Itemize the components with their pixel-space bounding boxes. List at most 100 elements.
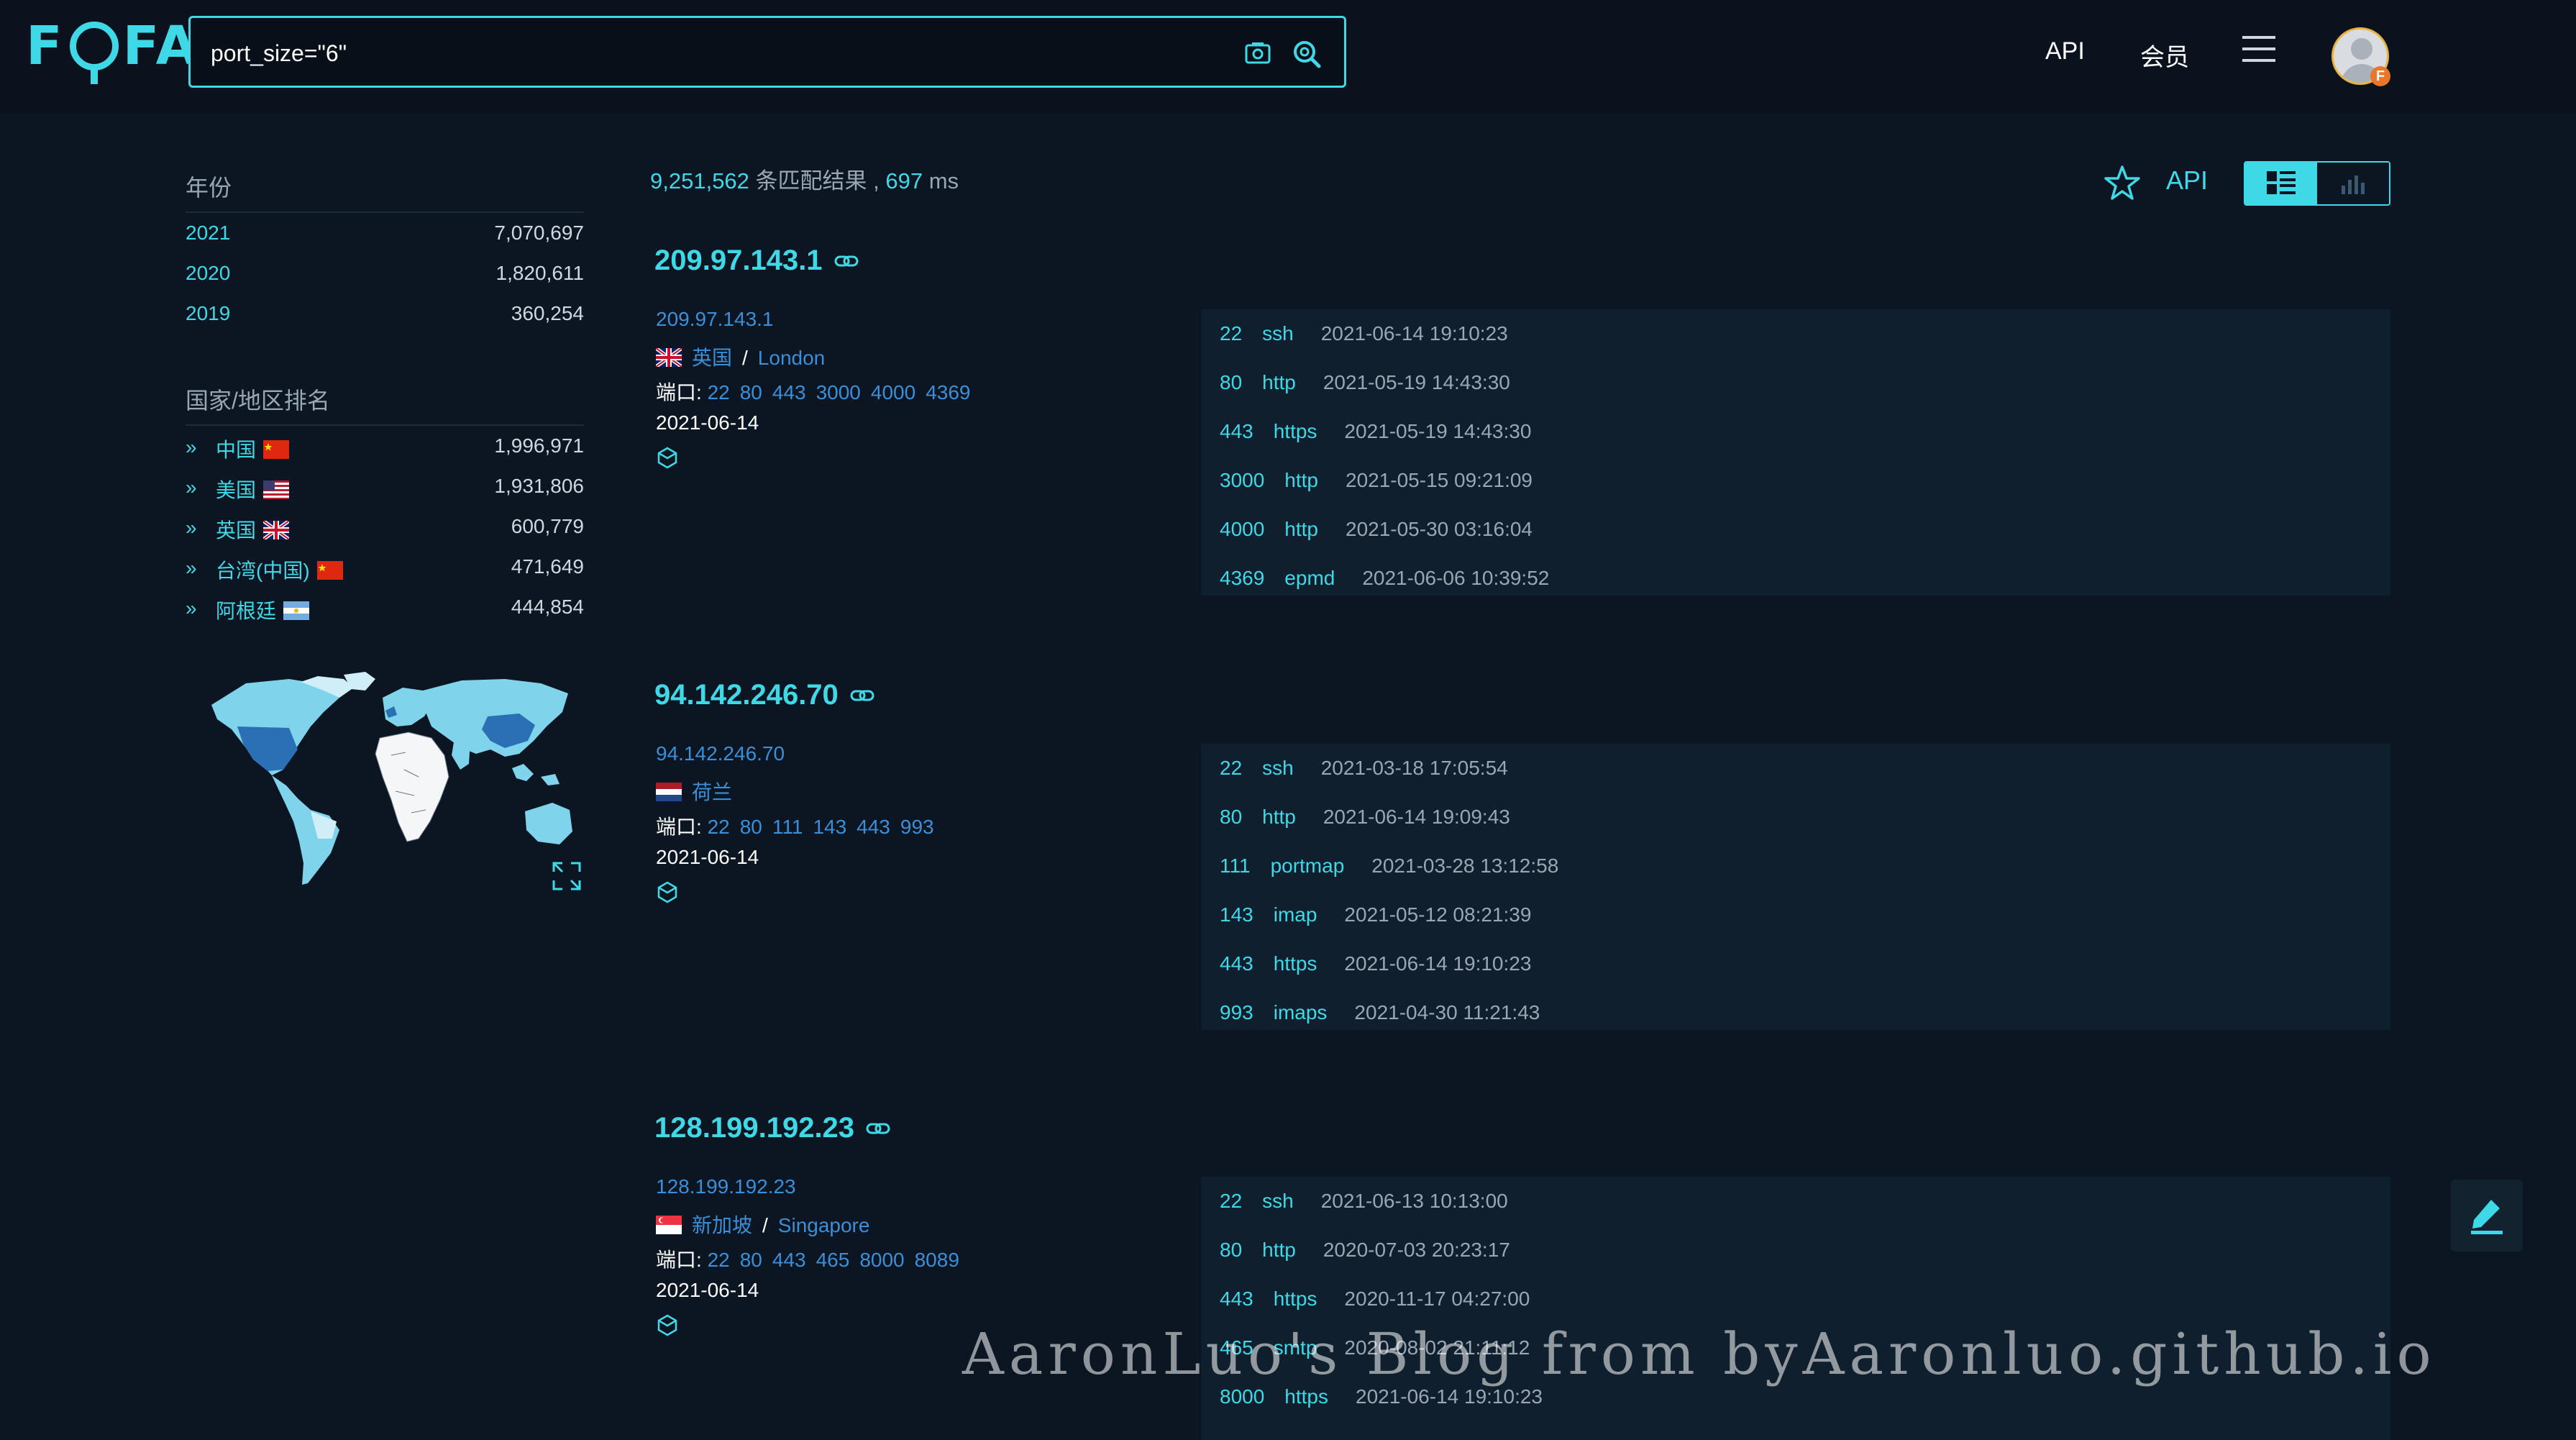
service-time: 2021-06-06 10:39:52 [1362, 567, 1550, 589]
chevron-right-icon: » [186, 476, 197, 498]
uk-flag-icon [263, 520, 290, 539]
port-link[interactable]: 22 [708, 1249, 730, 1271]
service-row[interactable]: 443 https 2021-06-14 19:10:23 [1220, 952, 1531, 975]
service-panel[interactable]: 22 ssh 2021-03-18 17:05:54 80 http 2021-06-1… [1201, 744, 2390, 1030]
port-link[interactable]: 80 [740, 1249, 762, 1271]
service-time: 2021-06-14 19:10:23 [1320, 322, 1508, 345]
country-item-uk[interactable]: » 英国 600,779 [186, 515, 584, 544]
menu-icon[interactable] [2242, 36, 2275, 65]
service-row[interactable]: 443 https 2021-05-19 14:43:30 [1220, 420, 1531, 443]
service-row[interactable]: 143 imap 2021-05-12 08:21:39 [1220, 903, 1531, 926]
result-summary: 9,251,562 条匹配结果 , 697 ms [650, 163, 959, 195]
port-link[interactable]: 22 [708, 381, 730, 404]
port-link[interactable]: 465 [816, 1249, 850, 1271]
country-link[interactable]: 新加坡 [692, 1214, 752, 1236]
nav-api-link[interactable]: API [2045, 37, 2085, 65]
port-link[interactable]: 8089 [915, 1249, 959, 1271]
port-link[interactable]: 4369 [926, 381, 970, 404]
ports-label: 端口: [656, 381, 708, 404]
chevron-right-icon: » [186, 516, 197, 539]
year-item[interactable]: 2019 360,254 [186, 302, 584, 331]
result-title[interactable]: 94.142.246.70 [654, 679, 839, 711]
service-panel[interactable]: 22 ssh 2021-06-13 10:13:00 80 http 2020-07-0… [1201, 1177, 2390, 1440]
port-link[interactable]: 8000 [859, 1249, 904, 1271]
port-link[interactable]: 4000 [871, 381, 915, 404]
port-link[interactable]: 111 [772, 816, 803, 838]
link-icon[interactable] [850, 688, 874, 703]
port-link[interactable]: 443 [772, 381, 806, 404]
year-label: 2019 [186, 302, 231, 324]
country-item-taiwan[interactable]: » 台湾(中国) 471,649 [186, 555, 584, 584]
port-link[interactable]: 80 [740, 816, 762, 838]
result-title[interactable]: 209.97.143.1 [654, 245, 823, 277]
year-item[interactable]: 2020 1,820,611 [186, 262, 584, 291]
list-view-button[interactable] [2245, 163, 2317, 204]
service-row[interactable]: 4000 http 2021-05-30 03:16:04 [1220, 518, 1533, 541]
nav-member-link[interactable]: 会员 [2140, 37, 2189, 73]
port-link[interactable]: 443 [857, 816, 890, 838]
service-row[interactable]: 80 http 2020-07-03 20:23:17 [1220, 1239, 1510, 1262]
service-protocol: https [1273, 952, 1317, 975]
service-row[interactable]: 22 ssh 2021-06-13 10:13:00 [1220, 1190, 1508, 1213]
cube-icon[interactable] [656, 880, 679, 903]
cube-icon[interactable] [656, 446, 679, 469]
api-link[interactable]: API [2166, 165, 2208, 196]
city-link[interactable]: London [758, 347, 825, 369]
view-toggle [2244, 161, 2390, 206]
fofa-logo[interactable]: F FA [26, 15, 200, 84]
service-protocol: imap [1273, 903, 1317, 926]
service-row[interactable]: 111 portmap 2021-03-28 13:12:58 [1220, 855, 1558, 878]
query-time-unit: ms [923, 168, 959, 193]
result-title[interactable]: 128.199.192.23 [654, 1112, 854, 1144]
year-item[interactable]: 2021 7,070,697 [186, 222, 584, 250]
service-row[interactable]: 8000 https 2021-06-14 19:10:23 [1220, 1385, 1543, 1408]
year-section-title: 年份 [186, 175, 232, 201]
service-row[interactable]: 443 https 2020-11-17 04:27:00 [1220, 1288, 1530, 1311]
service-protocol: ssh [1262, 757, 1294, 779]
result-ip-link[interactable]: 128.199.192.23 [656, 1175, 796, 1198]
result-ip-link[interactable]: 94.142.246.70 [656, 742, 785, 765]
city-link[interactable]: Singapore [778, 1214, 870, 1236]
country-count: 1,931,806 [494, 475, 584, 497]
service-port: 80 [1220, 806, 1243, 828]
country-item-usa[interactable]: » 美国 1,931,806 [186, 475, 584, 503]
result-location: 新加坡 / Singapore [656, 1210, 869, 1239]
chart-view-button[interactable] [2317, 163, 2389, 204]
country-item-china[interactable]: » 中国 1,996,971 [186, 434, 584, 463]
service-row[interactable]: 80 http 2021-06-14 19:09:43 [1220, 806, 1510, 829]
edit-button[interactable] [2451, 1180, 2523, 1252]
star-icon[interactable] [2103, 164, 2142, 203]
sg-flag-icon [656, 1215, 682, 1234]
search-input[interactable] [209, 34, 1219, 73]
link-icon[interactable] [866, 1121, 890, 1136]
search-icon[interactable] [1291, 38, 1323, 70]
service-row[interactable]: 22 ssh 2021-06-14 19:10:23 [1220, 322, 1508, 345]
result-ip-link[interactable]: 209.97.143.1 [656, 308, 774, 331]
service-row[interactable]: 993 imaps 2021-04-30 11:21:43 [1220, 1001, 1540, 1024]
service-row[interactable]: 3000 http 2021-05-15 09:21:09 [1220, 469, 1533, 492]
country-count: 600,779 [511, 515, 584, 537]
country-item-argentina[interactable]: » 阿根廷 444,854 [186, 596, 584, 624]
service-time: 2021-06-14 19:10:23 [1344, 952, 1532, 975]
port-link[interactable]: 443 [772, 1249, 806, 1271]
chevron-right-icon: » [186, 597, 197, 619]
port-link[interactable]: 143 [813, 816, 846, 838]
service-panel[interactable]: 22 ssh 2021-06-14 19:10:23 80 http 2021-05-1… [1201, 309, 2390, 596]
country-link[interactable]: 荷兰 [692, 781, 732, 803]
port-link[interactable]: 3000 [816, 381, 861, 404]
service-row[interactable]: 22 ssh 2021-03-18 17:05:54 [1220, 757, 1508, 780]
image-search-icon[interactable] [1242, 38, 1274, 70]
world-map[interactable] [203, 669, 577, 899]
port-link[interactable]: 80 [740, 381, 762, 404]
country-link[interactable]: 英国 [692, 347, 732, 369]
port-link[interactable]: 22 [708, 816, 730, 838]
service-protocol: imaps [1273, 1001, 1328, 1024]
link-icon[interactable] [834, 253, 859, 269]
year-label: 2020 [186, 262, 231, 284]
expand-icon[interactable] [551, 860, 583, 892]
cube-icon[interactable] [656, 1313, 679, 1336]
service-row[interactable]: 80 http 2021-05-19 14:43:30 [1220, 371, 1510, 394]
country-label: 美国 [216, 479, 257, 501]
service-row[interactable]: 4369 epmd 2021-06-06 10:39:52 [1220, 567, 1549, 590]
port-link[interactable]: 993 [900, 816, 934, 838]
